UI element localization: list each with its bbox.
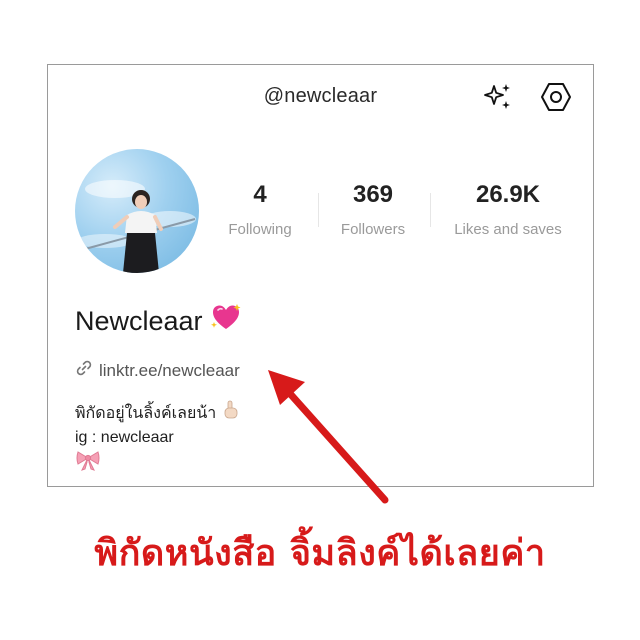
ribbon-icon: [75, 449, 101, 478]
stat-followers[interactable]: 369 Followers: [333, 181, 413, 238]
bio-text: ig : newcleaar: [75, 429, 174, 446]
stat-following[interactable]: 4 Following: [220, 181, 300, 238]
likes-label: Likes and saves: [454, 221, 562, 238]
profile-name: Newcleaar: [75, 303, 241, 340]
following-label: Following: [228, 221, 292, 238]
bio-line: ig : newcleaar: [75, 427, 240, 449]
overlay-caption: พิกัดหนังสือ จิ้มลิงค์ได้เลยค่า: [94, 533, 546, 574]
avatar[interactable]: [75, 149, 199, 273]
stat-divider: [318, 193, 319, 227]
profile-link[interactable]: linktr.ee/newcleaar: [75, 359, 240, 382]
link-icon: [75, 359, 93, 382]
followers-label: Followers: [340, 221, 406, 238]
sparkling-heart-icon: [210, 303, 241, 340]
bio-line: [75, 449, 240, 478]
settings-icon[interactable]: [538, 79, 574, 115]
profile-bio: พิกัดอยู่ในลิ้งค์เลยน้า ig : newcleaar: [75, 400, 240, 478]
bio-text: พิกัดอยู่ในลิ้งค์เลยน้า: [75, 404, 217, 422]
profile-card: @newcleaar 4 Following 369 Followers 26.…: [47, 64, 594, 487]
following-count: 4: [253, 181, 267, 208]
followers-count: 369: [352, 181, 394, 208]
stat-likes-saves[interactable]: 26.9K Likes and saves: [443, 181, 573, 238]
link-text[interactable]: linktr.ee/newcleaar: [99, 361, 240, 381]
stat-divider: [430, 193, 431, 227]
sparkle-icon[interactable]: [480, 79, 516, 115]
display-name: Newcleaar: [75, 306, 203, 336]
pointing-up-icon: [222, 400, 240, 427]
likes-count: 26.9K: [475, 181, 541, 208]
bio-line: พิกัดอยู่ในลิ้งค์เลยน้า: [75, 400, 240, 427]
